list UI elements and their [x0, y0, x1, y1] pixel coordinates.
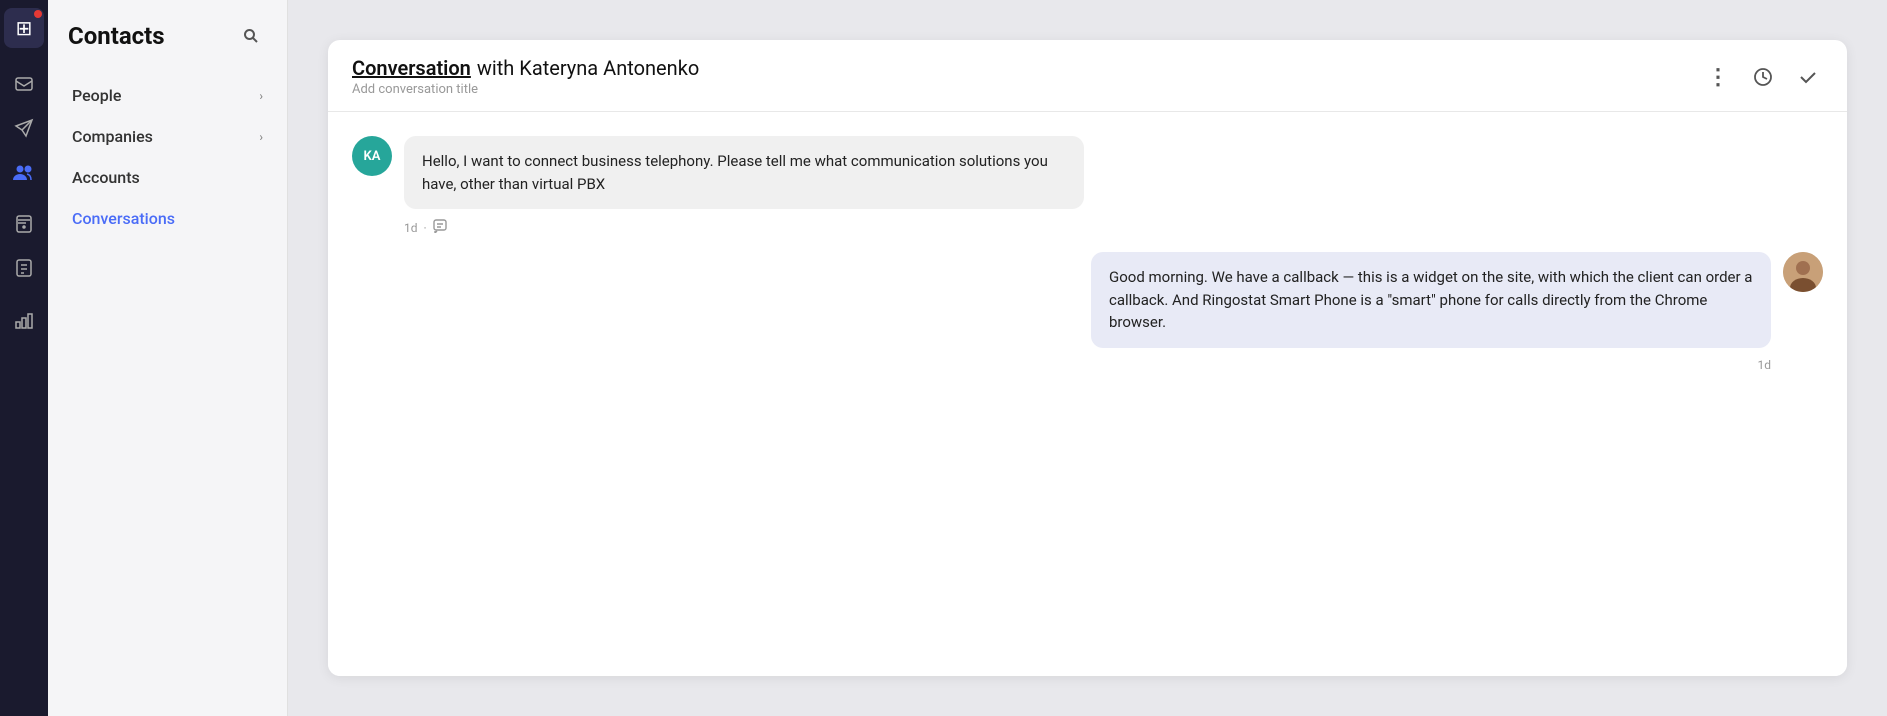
message-row-outgoing: Good morning. We have a callback — this … [352, 252, 1823, 348]
message-text: Hello, I want to connect business teleph… [422, 152, 1048, 193]
app-logo[interactable]: ⊞ [4, 8, 44, 48]
contacts-icon[interactable] [4, 152, 44, 192]
notes-icon[interactable] [4, 248, 44, 288]
sidebar-item-people[interactable]: People › [60, 76, 275, 115]
dot-separator: · [424, 221, 427, 235]
analytics-icon[interactable] [4, 300, 44, 340]
sidebar-item-conversations-label: Conversations [72, 209, 175, 228]
message-group-1: KA Hello, I want to connect business tel… [352, 136, 1823, 236]
clock-icon [1753, 67, 1773, 87]
sidebar-title: Contacts [68, 22, 165, 50]
more-options-button[interactable]: ⋮ [1703, 60, 1733, 94]
note-icon[interactable] [433, 219, 447, 236]
agent-avatar [1783, 252, 1823, 292]
message-meta-2: 1d [352, 358, 1823, 372]
conversation-panel: Conversation with Kateryna Antonenko Add… [328, 40, 1847, 676]
notification-dot [34, 10, 42, 18]
conversation-link[interactable]: Conversation [352, 56, 471, 80]
icon-rail: ⊞ [0, 0, 48, 716]
conversation-subtitle[interactable]: Add conversation title [352, 82, 699, 97]
avatar-initials: KA [364, 149, 381, 164]
chevron-icon: › [259, 89, 263, 103]
header-actions: ⋮ [1703, 60, 1823, 94]
chat-area[interactable]: KA Hello, I want to connect business tel… [328, 112, 1847, 676]
knowledge-icon[interactable] [4, 204, 44, 244]
message-meta-1: 1d · [352, 219, 1823, 236]
message-time: 1d [404, 221, 418, 235]
more-icon: ⋮ [1707, 64, 1729, 90]
conversation-header: Conversation with Kateryna Antonenko Add… [328, 40, 1847, 112]
sidebar-item-accounts[interactable]: Accounts [60, 158, 275, 197]
conversation-title-area: Conversation with Kateryna Antonenko Add… [352, 56, 699, 97]
sidebar: Contacts People › Companies › Accounts C… [48, 0, 288, 716]
sender-avatar: KA [352, 136, 392, 176]
message-time: 1d [1757, 358, 1771, 372]
inbox-icon[interactable] [4, 64, 44, 104]
search-button[interactable] [235, 20, 267, 52]
sidebar-item-companies-label: Companies [72, 127, 153, 146]
message-row-incoming: KA Hello, I want to connect business tel… [352, 136, 1823, 209]
logo-icon: ⊞ [16, 16, 33, 40]
message-group-2: Good morning. We have a callback — this … [352, 252, 1823, 372]
checkmark-icon [1797, 66, 1819, 88]
message-bubble-incoming: Hello, I want to connect business teleph… [404, 136, 1084, 209]
conversation-title: Conversation with Kateryna Antonenko [352, 56, 699, 80]
sidebar-item-companies[interactable]: Companies › [60, 117, 275, 156]
chevron-icon: › [259, 130, 263, 144]
message-bubble-outgoing: Good morning. We have a callback — this … [1091, 252, 1771, 348]
send-icon[interactable] [4, 108, 44, 148]
sidebar-item-people-label: People [72, 86, 121, 105]
sidebar-item-conversations[interactable]: Conversations [60, 199, 275, 238]
history-button[interactable] [1749, 63, 1777, 91]
sidebar-header: Contacts [48, 0, 287, 68]
message-text: Good morning. We have a callback — this … [1109, 268, 1752, 331]
sidebar-nav: People › Companies › Accounts Conversati… [48, 68, 287, 246]
check-button[interactable] [1793, 62, 1823, 92]
conversation-title-rest: with Kateryna Antonenko [477, 56, 699, 80]
sidebar-item-accounts-label: Accounts [72, 168, 140, 187]
